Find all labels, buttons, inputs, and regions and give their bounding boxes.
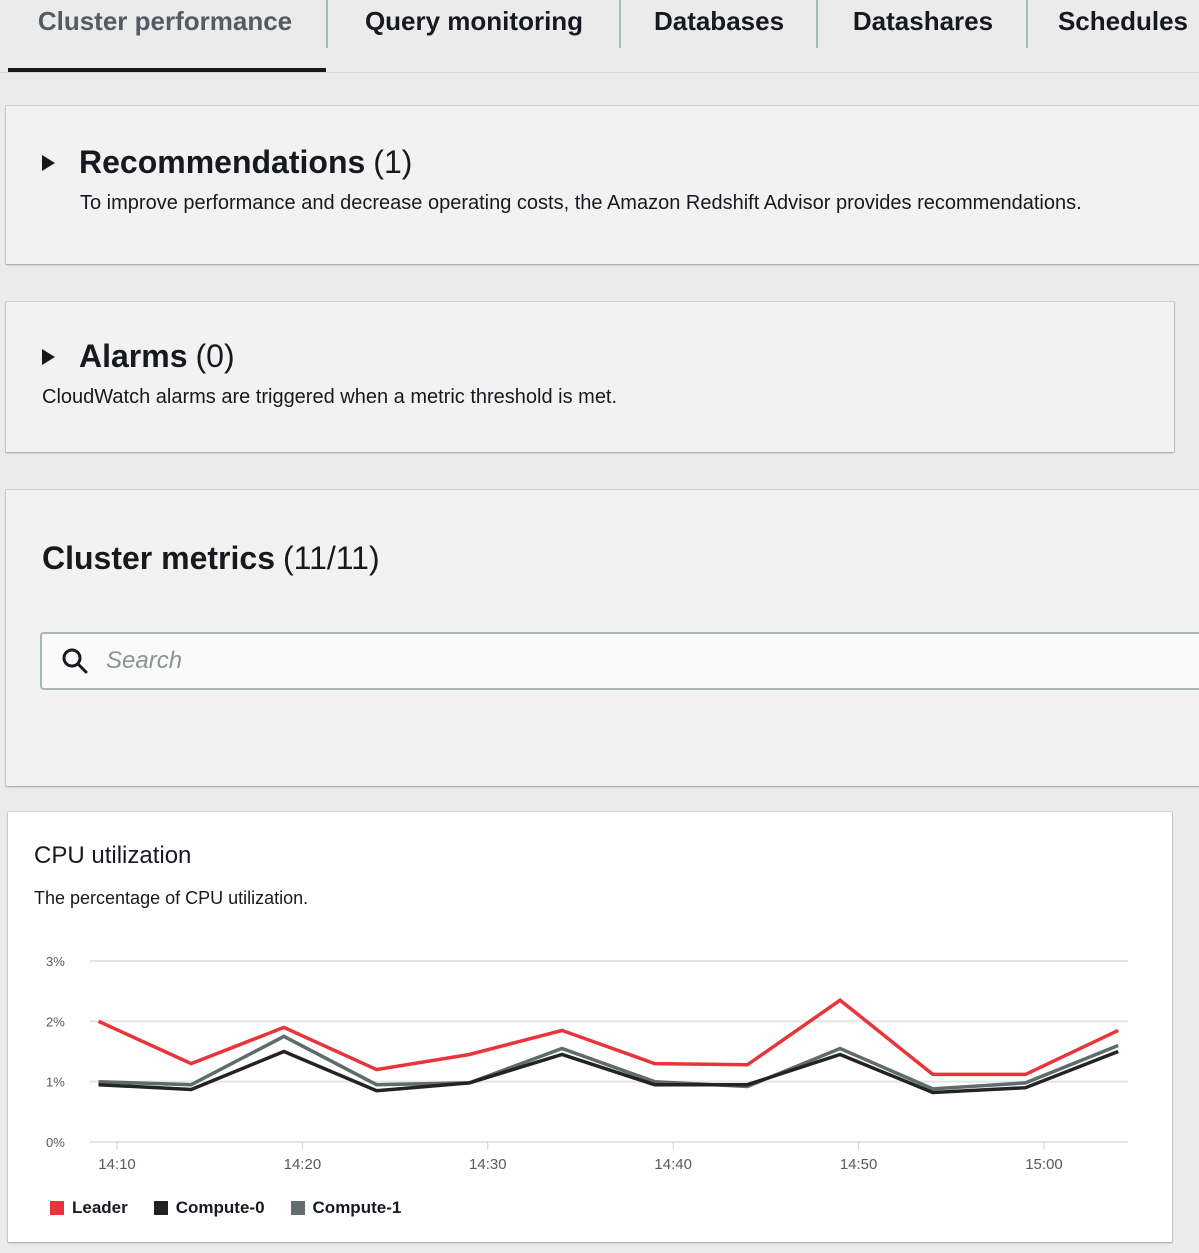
legend-label-compute-1: Compute-1: [312, 1198, 402, 1217]
legend-swatch-compute-1: [290, 1201, 305, 1215]
metrics-search-box[interactable]: [40, 632, 1199, 690]
legend-swatch-leader: [50, 1201, 64, 1215]
cluster-metrics-title: Cluster metrics: [42, 540, 275, 576]
recommendations-expander[interactable]: Recommendations (1): [42, 144, 412, 181]
caret-right-icon[interactable]: [42, 154, 55, 171]
alarms-title: Alarms: [79, 338, 188, 374]
cpu-utilization-card: CPU utilization The percentage of CPU ut…: [8, 812, 1172, 1242]
legend-label-leader: Leader: [72, 1198, 128, 1217]
tab-datashares[interactable]: Datashares: [818, 0, 1028, 70]
chart-legend: Leader Compute-0 Compute-1: [50, 1198, 427, 1218]
recommendations-title: Recommendations: [79, 144, 366, 180]
legend-item-compute-1[interactable]: Compute-1: [290, 1198, 402, 1218]
search-input[interactable]: [104, 646, 1108, 676]
chart-description: The percentage of CPU utilization.: [34, 888, 309, 908]
cluster-metrics-count: (11/11): [282, 540, 380, 576]
legend-label-compute-0: Compute-0: [175, 1198, 265, 1217]
tab-schedules[interactable]: Schedules: [1028, 0, 1199, 70]
recommendations-description: To improve performance and decrease oper…: [80, 192, 1082, 214]
tab-bar: Cluster performance Query monitoring Dat…: [0, 0, 1199, 73]
legend-item-compute-0[interactable]: Compute-0: [153, 1198, 265, 1218]
recommendations-count: (1): [373, 144, 413, 180]
tab-query-monitoring[interactable]: Query monitoring: [328, 0, 620, 70]
caret-right-icon[interactable]: [42, 348, 55, 365]
tab-databases[interactable]: Databases: [621, 0, 817, 70]
alarms-description: CloudWatch alarms are triggered when a m…: [42, 386, 618, 408]
chart-title: CPU utilization: [34, 842, 192, 869]
alarms-expander[interactable]: Alarms (0): [42, 338, 235, 375]
active-tab-indicator: [8, 68, 326, 72]
tab-cluster-performance[interactable]: Cluster performance: [0, 0, 330, 70]
alarms-count: (0): [195, 338, 235, 374]
legend-item-leader[interactable]: Leader: [50, 1198, 128, 1218]
search-icon: [62, 648, 88, 674]
cluster-metrics-header: Cluster metrics (11/11): [42, 540, 380, 577]
legend-swatch-compute-0: [153, 1201, 168, 1215]
alarms-panel: Alarms (0) CloudWatch alarms are trigger…: [6, 302, 1174, 452]
recommendations-panel: Recommendations (1) To improve performan…: [6, 106, 1199, 264]
